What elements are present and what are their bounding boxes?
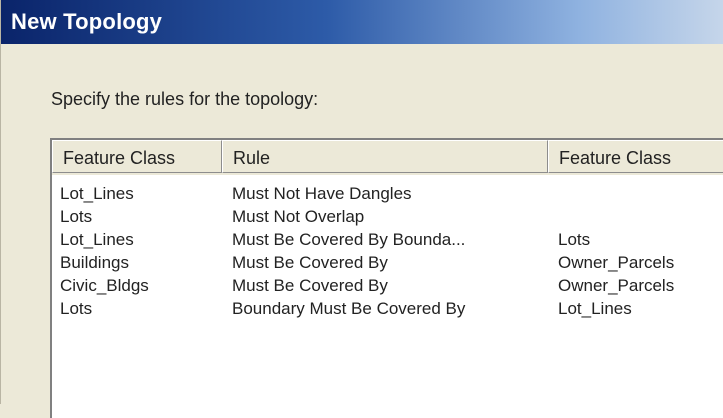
rules-prompt: Specify the rules for the topology: [51,89,319,109]
row-feature-class: Buildings [60,253,129,272]
table-row[interactable]: Civic_Bldgs Must Be Covered By Owner_Par… [52,276,723,299]
row-rule: Must Be Covered By [232,276,388,295]
row-rule: Must Be Covered By Bounda... [232,230,466,249]
rules-list-header: Feature Class Rule Feature Class [52,140,723,175]
row-feature-class-2: Lot_Lines [558,299,632,318]
table-row[interactable]: Lots Boundary Must Be Covered By Lot_Lin… [52,299,723,322]
row-feature-class: Lot_Lines [60,184,134,203]
column-header-feature-class[interactable]: Feature Class [52,140,222,173]
row-feature-class: Lots [60,207,93,226]
row-feature-class-2: Owner_Parcels [558,253,675,272]
row-feature-class: Lots [60,299,93,318]
table-row[interactable]: Lot_Lines Must Be Covered By Bounda... L… [52,230,723,253]
row-feature-class: Lot_Lines [60,230,134,249]
new-topology-window: New Topology Specify the rules for the t… [0,0,723,418]
row-feature-class-2: Owner_Parcels [558,276,675,295]
title-bar[interactable]: New Topology [1,0,723,44]
table-row[interactable]: Lot_Lines Must Not Have Dangles [52,184,723,207]
row-feature-class: Civic_Bldgs [60,276,149,295]
row-rule: Boundary Must Be Covered By [232,299,466,318]
row-rule: Must Not Have Dangles [232,184,412,203]
row-rule: Must Be Covered By [232,253,388,272]
column-header-rule[interactable]: Rule [222,140,548,173]
rules-list[interactable]: Feature Class Rule Feature Class Lot_Lin… [50,138,723,418]
column-header-feature-class-2[interactable]: Feature Class [548,140,723,173]
table-row[interactable]: Lots Must Not Overlap [52,207,723,230]
window-title: New Topology [11,9,163,34]
row-rule: Must Not Overlap [232,207,365,226]
table-row[interactable]: Buildings Must Be Covered By Owner_Parce… [52,253,723,276]
row-feature-class-2: Lots [558,230,591,249]
